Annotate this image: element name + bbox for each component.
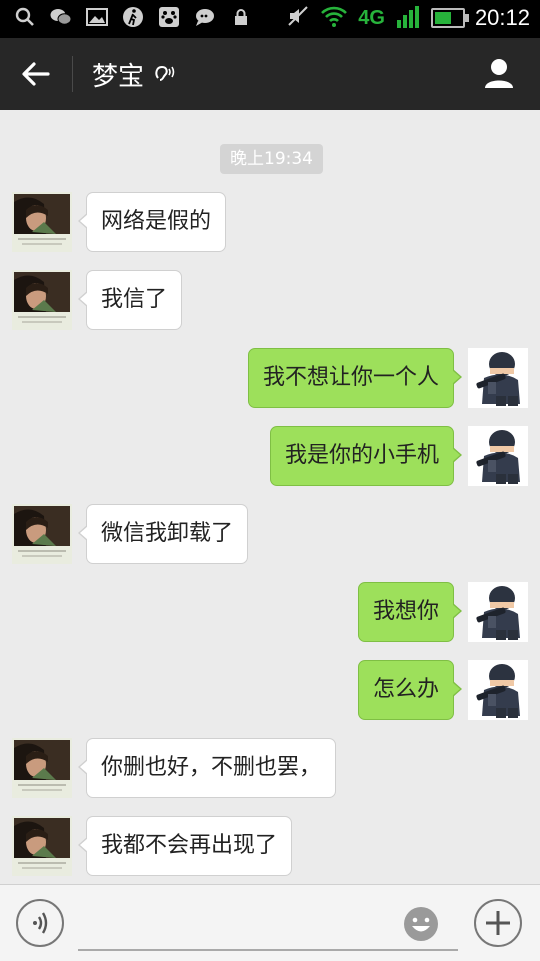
image-icon bbox=[86, 6, 108, 28]
header-divider bbox=[72, 56, 73, 92]
my-avatar[interactable] bbox=[468, 348, 528, 408]
contact-avatar[interactable] bbox=[12, 738, 72, 798]
input-bar bbox=[0, 884, 540, 961]
clock: 20:12 bbox=[474, 5, 530, 30]
contact-avatar[interactable] bbox=[12, 270, 72, 330]
voice-button[interactable] bbox=[16, 899, 64, 947]
message-timestamp: 晚上19:34 bbox=[220, 144, 323, 174]
plus-icon bbox=[486, 911, 510, 935]
message-row: 我信了 bbox=[0, 270, 540, 332]
network-type: 4G bbox=[358, 6, 385, 29]
voice-icon bbox=[33, 912, 48, 934]
search-icon bbox=[14, 6, 36, 28]
signal-icon bbox=[395, 6, 421, 30]
lock-icon bbox=[230, 6, 252, 28]
contact-avatar[interactable] bbox=[12, 504, 72, 564]
status-system: 4G 20:12 bbox=[286, 4, 530, 32]
wifi-icon bbox=[320, 4, 348, 32]
baidu-icon bbox=[158, 6, 180, 28]
outgoing-message[interactable]: 我想你 bbox=[357, 582, 463, 642]
chat-bubble-icon bbox=[194, 6, 216, 28]
wechat-icon bbox=[50, 6, 72, 28]
message-row: 我都不会再出现了 bbox=[0, 816, 540, 878]
outgoing-message[interactable]: 怎么办 bbox=[357, 660, 463, 720]
incoming-message[interactable]: 你删也好，不删也罢， bbox=[77, 738, 337, 798]
profile-button[interactable] bbox=[482, 56, 516, 90]
message-row: 你删也好，不删也罢， bbox=[0, 738, 540, 800]
more-button[interactable] bbox=[474, 899, 522, 947]
incoming-message[interactable]: 网络是假的 bbox=[77, 192, 227, 252]
incoming-message[interactable]: 微信我卸载了 bbox=[77, 504, 249, 564]
my-avatar[interactable] bbox=[468, 582, 528, 642]
chat-header: 梦宝 bbox=[0, 38, 540, 110]
outgoing-message[interactable]: 我是你的小手机 bbox=[269, 426, 463, 486]
status-notifications bbox=[14, 6, 252, 28]
back-button[interactable] bbox=[18, 56, 54, 92]
walk-icon bbox=[122, 6, 144, 28]
incoming-message[interactable]: 我信了 bbox=[77, 270, 183, 330]
my-avatar[interactable] bbox=[468, 426, 528, 486]
message-row: 我不想让你一个人 bbox=[0, 348, 540, 410]
message-row: 网络是假的 bbox=[0, 192, 540, 254]
status-bar: 4G 20:12 bbox=[0, 0, 540, 38]
emoji-button[interactable] bbox=[402, 905, 440, 943]
emoji-icon bbox=[404, 907, 438, 941]
back-arrow-icon bbox=[22, 62, 50, 86]
contact-avatar[interactable] bbox=[12, 816, 72, 876]
message-row: 微信我卸载了 bbox=[0, 504, 540, 566]
message-row: 我是你的小手机 bbox=[0, 426, 540, 488]
my-avatar[interactable] bbox=[468, 660, 528, 720]
message-input[interactable] bbox=[78, 901, 458, 951]
contact-name: 梦宝 bbox=[92, 62, 145, 92]
message-row: 怎么办 bbox=[0, 660, 540, 722]
message-row: 我想你 bbox=[0, 582, 540, 644]
outgoing-message[interactable]: 我不想让你一个人 bbox=[247, 348, 463, 408]
battery-icon bbox=[430, 8, 469, 28]
contact-avatar[interactable] bbox=[12, 192, 72, 252]
earpiece-mode-icon bbox=[152, 62, 176, 86]
mute-icon bbox=[286, 4, 310, 32]
person-icon bbox=[485, 59, 513, 88]
incoming-message[interactable]: 我都不会再出现了 bbox=[77, 816, 293, 876]
